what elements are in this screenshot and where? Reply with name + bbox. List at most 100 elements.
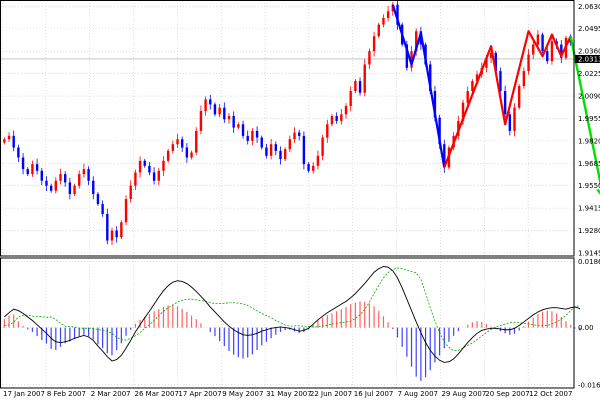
candle-body: [298, 132, 301, 136]
candle-body: [26, 169, 29, 175]
candle-body: [354, 81, 357, 92]
candle-body: [541, 34, 544, 52]
candle-body: [138, 160, 142, 173]
candle-body: [190, 152, 193, 158]
candle-body: [195, 130, 198, 153]
candle-body: [87, 169, 90, 181]
candle-body: [255, 130, 259, 138]
candle-body: [106, 213, 109, 241]
candle-body: [166, 150, 170, 161]
x-tick-label: 29 Aug 2007: [441, 390, 486, 398]
macd-lines: [4, 266, 581, 363]
candle-body: [92, 180, 95, 195]
forex-chart-svg[interactable]: 17 Jan 2007 8 Feb 2007 2 Mar 2007 26 Mar 20…: [0, 0, 600, 400]
candle-body: [31, 164, 34, 175]
x-tick-label: 12 Oct 2007: [529, 390, 572, 398]
candle-body: [527, 54, 530, 72]
candle-body: [7, 135, 11, 140]
candle-body: [522, 71, 526, 87]
candle-body: [218, 107, 221, 115]
price-tick-label: 1.9415: [578, 205, 600, 213]
candle-body: [344, 105, 348, 115]
candle-body: [550, 41, 554, 62]
price-tick-label: 2.0225: [578, 70, 600, 78]
candle-body: [312, 165, 315, 171]
candle-body: [96, 194, 100, 204]
candle-body: [63, 174, 67, 183]
candle-body: [223, 107, 226, 120]
x-tick-label: 9 May 2007: [222, 390, 263, 398]
candle-body: [251, 130, 254, 141]
candle-body: [227, 115, 231, 120]
candle-body: [124, 199, 128, 223]
macd-tick-label: 0.00: [578, 324, 594, 332]
candle-body: [12, 135, 15, 148]
candle-body: [237, 124, 240, 128]
candle-body: [180, 139, 184, 148]
candle-body: [73, 185, 76, 195]
candle-body: [377, 24, 380, 37]
zigzag-overlay: [391, 4, 600, 195]
price-tick-label: 1.9685: [578, 160, 600, 168]
candle-body: [54, 180, 58, 191]
candle-body: [349, 91, 352, 106]
x-tick-label: 16 Jul 2007: [354, 390, 394, 398]
candle-body: [204, 99, 207, 111]
candle-body: [213, 104, 217, 115]
candle-body: [372, 36, 376, 52]
candle-body: [536, 34, 540, 45]
x-tick-label: 26 Mar 2007: [135, 390, 179, 398]
candle-body: [68, 182, 72, 195]
candle-body: [143, 160, 146, 166]
candle-body: [129, 185, 132, 200]
candle-body: [546, 51, 549, 62]
candle-body: [288, 139, 292, 150]
candle-body: [274, 144, 277, 151]
candle-body: [49, 185, 53, 191]
candle-body: [330, 115, 334, 125]
candle-body: [171, 144, 175, 151]
candle-body: [232, 115, 235, 128]
candle-body: [321, 137, 324, 156]
x-tick-label: 22 Jun 2007: [310, 390, 352, 398]
candle-body: [3, 139, 6, 143]
candle-body: [101, 203, 104, 214]
price-tick-label: 1.9550: [578, 182, 600, 190]
candle-body: [316, 155, 320, 166]
candle-body: [340, 114, 343, 121]
x-tick-label: 17 Jan 2007: [3, 390, 45, 398]
macd-panel-frame: [0, 257, 575, 389]
x-tick-label: 7 Aug 2007: [398, 390, 438, 398]
candle-body: [293, 132, 296, 140]
candle-body: [513, 107, 516, 131]
macd-tick-label: -0.0161: [578, 381, 600, 389]
price-tick-label: 2.0630: [578, 3, 600, 11]
price-tick-label: 1.9955: [578, 115, 600, 123]
candle-body: [363, 64, 366, 93]
x-tick-label: 2 Mar 2007: [91, 390, 131, 398]
x-tick-label: 20 Sep 2007: [485, 390, 529, 398]
candle-body: [466, 91, 469, 103]
x-tick-label: 8 Feb 2007: [47, 390, 86, 398]
candle-body: [17, 147, 20, 158]
macd-histogram: [3, 301, 581, 381]
candle-body: [265, 147, 268, 156]
candle-body: [148, 165, 151, 173]
candle-body: [199, 110, 203, 131]
candle-body: [326, 124, 329, 138]
x-tick-label: 17 Apr 2007: [178, 390, 221, 398]
price-tick-label: 1.9145: [578, 250, 600, 258]
candle-body: [162, 160, 165, 171]
price-tick-label: 1.9820: [578, 137, 600, 145]
candle-body: [115, 230, 118, 238]
candle-body: [302, 135, 306, 165]
zigzag-line: [391, 4, 446, 168]
candle-body: [157, 170, 160, 181]
price-tick-label: 1.9280: [578, 227, 600, 235]
candle-body: [82, 169, 86, 175]
candle-body: [382, 17, 385, 25]
candle-body: [283, 149, 287, 160]
candle-body: [358, 81, 362, 93]
candle-body: [368, 51, 371, 65]
chart-window: 17 Jan 2007 8 Feb 2007 2 Mar 2007 26 Mar 20…: [0, 0, 600, 400]
